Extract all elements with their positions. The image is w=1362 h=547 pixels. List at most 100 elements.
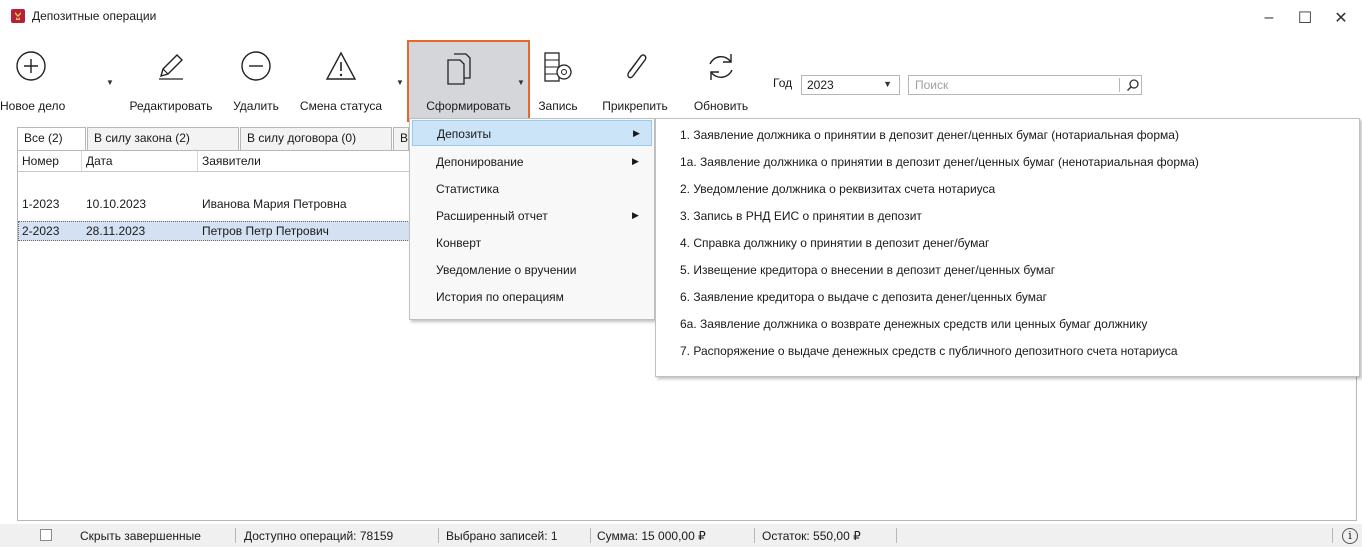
tab-more-label: В б [400, 131, 409, 145]
submenu-item[interactable]: 6а. Заявление должника о возврате денежн… [680, 317, 1147, 331]
status-divider [438, 528, 439, 543]
submenu-item[interactable]: 7. Распоряжение о выдаче денежных средст… [680, 344, 1178, 358]
status-divider [896, 528, 897, 543]
menu-item-extended-report[interactable]: Расширенный отчет ▶ [412, 203, 652, 229]
tab-more[interactable]: В б [393, 127, 409, 150]
sum-value: Сумма: 15 000,00 ₽ [597, 529, 706, 543]
cell-applicants: Петров Петр Петрович [202, 224, 329, 238]
tab-all-label: Все (2) [24, 131, 63, 145]
menu-item-history[interactable]: История по операциям [412, 284, 652, 310]
minus-circle-icon [241, 51, 271, 81]
window-title: Депозитные операции [32, 9, 157, 23]
new-case-button[interactable]: Новое дело [0, 40, 66, 122]
menu-item-label: Конверт [436, 236, 482, 250]
minimize-button[interactable]: – [1251, 5, 1287, 31]
submenu-item[interactable]: 3. Запись в РНД ЕИС о принятии в депозит [680, 209, 922, 223]
refresh-icon [709, 54, 733, 80]
menu-item-deponing[interactable]: Депонирование ▶ [412, 149, 652, 175]
year-select[interactable]: 2023 ▼ [801, 75, 900, 95]
hide-completed-checkbox[interactable] [40, 529, 52, 541]
year-label: Год [773, 76, 793, 90]
deposits-submenu: 1. Заявление должника о принятии в депоз… [655, 118, 1360, 377]
search-box [908, 75, 1142, 95]
new-case-label: Новое дело [0, 99, 66, 113]
submenu-arrow-icon: ▶ [632, 156, 639, 166]
edit-button[interactable]: Редактировать [118, 40, 224, 122]
title-bar: Депозитные операции – ☐ ✕ [0, 0, 1362, 36]
film-icon [544, 52, 572, 82]
submenu-item[interactable]: 6. Заявление кредитора о выдаче с депози… [680, 290, 1047, 304]
paperclip-icon [627, 54, 647, 79]
submenu-item[interactable]: 5. Извещение кредитора о внесении в депо… [680, 263, 1055, 277]
year-value: 2023 [807, 78, 834, 92]
cell-number: 1-2023 [22, 197, 60, 211]
tab-by-contract-label: В силу договора (0) [247, 131, 357, 145]
copy-icon [447, 53, 471, 85]
refresh-button[interactable]: Обновить [686, 40, 756, 122]
generate-label: Сформировать [426, 99, 511, 113]
cell-number: 2-2023 [22, 224, 60, 238]
submenu-item[interactable]: 2. Уведомление должника о реквизитах сче… [680, 182, 995, 196]
edit-label: Редактировать [129, 99, 213, 113]
plus-circle-icon [16, 51, 46, 81]
tab-all[interactable]: Все (2) [17, 127, 86, 151]
change-status-label: Смена статуса [299, 99, 383, 113]
cell-applicants: Иванова Мария Петровна [202, 197, 347, 211]
submenu-arrow-icon: ▶ [633, 128, 640, 138]
column-header-number[interactable]: Номер [18, 151, 82, 171]
cell-date: 10.10.2023 [86, 197, 147, 211]
submenu-item[interactable]: 1. Заявление должника о принятии в депоз… [680, 128, 1179, 142]
warning-icon [325, 51, 357, 80]
hide-completed-label[interactable]: Скрыть завершенные [80, 529, 201, 543]
search-input[interactable] [915, 77, 1115, 93]
menu-item-label: Депонирование [436, 155, 524, 169]
toolbar: Новое дело ▼ Редактировать Удалить Смена… [0, 40, 1362, 122]
new-case-dropdown-icon[interactable]: ▼ [106, 78, 114, 87]
tab-by-contract[interactable]: В силу договора (0) [240, 127, 392, 150]
attach-label: Прикрепить [602, 99, 668, 113]
menu-item-deposits[interactable]: Депозиты ▶ [412, 120, 652, 146]
status-divider [1332, 528, 1333, 543]
chevron-down-icon: ▼ [883, 79, 892, 89]
close-button[interactable]: ✕ [1323, 5, 1359, 31]
status-divider [590, 528, 591, 543]
menu-item-delivery-notice[interactable]: Уведомление о вручении [412, 257, 652, 283]
cell-date: 28.11.2023 [86, 224, 146, 238]
change-status-dropdown-icon[interactable]: ▼ [396, 78, 404, 87]
generate-button[interactable]: Сформировать ▼ [407, 40, 530, 122]
status-divider [754, 528, 755, 543]
menu-item-label: История по операциям [436, 290, 564, 304]
maximize-button[interactable]: ☐ [1287, 5, 1323, 31]
submenu-item[interactable]: 4. Справка должнику о принятии в депозит… [680, 236, 989, 250]
maximize-icon: ☐ [1297, 10, 1313, 27]
search-icon[interactable] [1126, 78, 1140, 92]
menu-item-label: Расширенный отчет [436, 209, 548, 223]
app-logo-icon [11, 9, 25, 23]
submenu-arrow-icon: ▶ [632, 210, 639, 220]
submenu-item[interactable]: 1а. Заявление должника о принятии в депо… [680, 155, 1199, 169]
attach-button[interactable]: Прикрепить [587, 40, 683, 122]
available-operations: Доступно операций: 78159 [244, 529, 394, 543]
refresh-label: Обновить [693, 99, 749, 113]
menu-item-label: Статистика [436, 182, 500, 196]
status-bar: Скрыть завершенные Доступно операций: 78… [0, 524, 1362, 547]
pencil-icon [159, 54, 183, 80]
generate-dropdown-icon: ▼ [517, 78, 525, 87]
delete-label: Удалить [233, 99, 279, 113]
generate-menu: Депозиты ▶ Депонирование ▶ Статистика Ра… [409, 118, 655, 320]
remainder-value: Остаток: 550,00 ₽ [762, 529, 861, 543]
menu-item-label: Уведомление о вручении [436, 263, 577, 277]
tab-by-law-label: В силу закона (2) [94, 131, 190, 145]
selected-records: Выбрано записей: 1 [446, 529, 558, 543]
column-header-date[interactable]: Дата [82, 151, 198, 171]
minimize-icon: – [1264, 9, 1274, 26]
menu-item-statistics[interactable]: Статистика [412, 176, 652, 202]
tab-by-law[interactable]: В силу закона (2) [87, 127, 239, 150]
change-status-button[interactable]: Смена статуса [288, 40, 394, 122]
search-divider [1119, 78, 1120, 92]
column-header-applicants[interactable]: Заявители [198, 151, 418, 171]
info-icon[interactable]: i [1342, 528, 1358, 544]
delete-button[interactable]: Удалить [225, 40, 287, 122]
record-button[interactable]: Запись [533, 40, 583, 122]
menu-item-envelope[interactable]: Конверт [412, 230, 652, 256]
